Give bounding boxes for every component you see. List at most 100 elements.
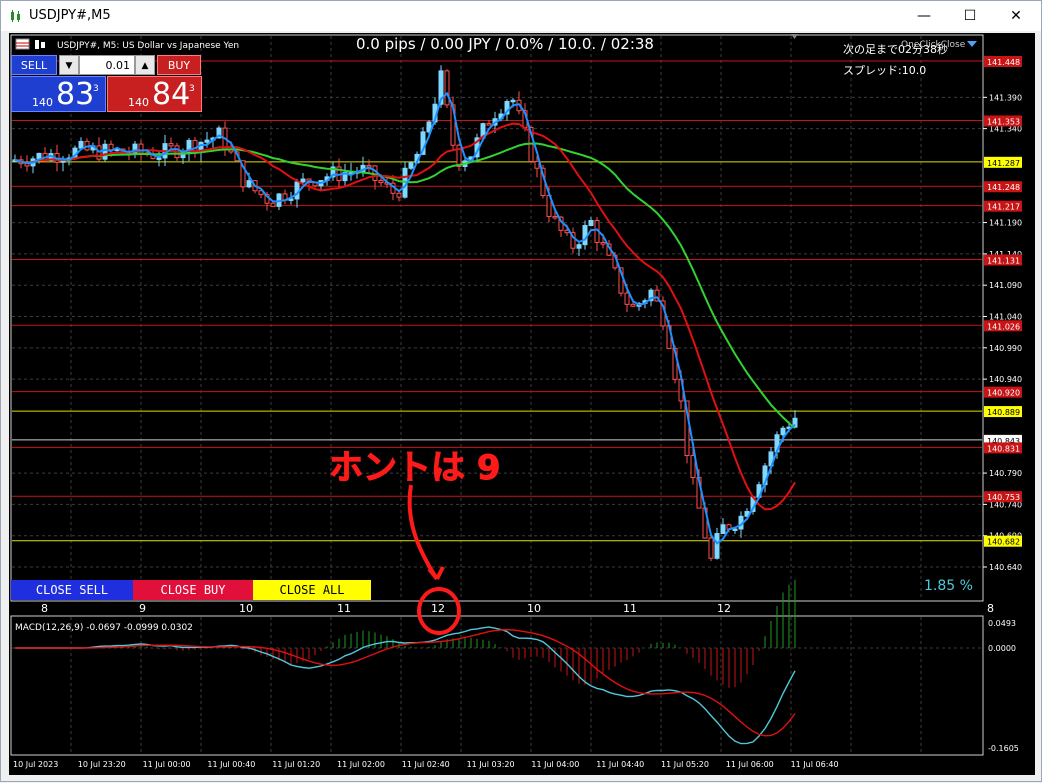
price-tag-label: 140.831: [987, 444, 1020, 453]
price-tag-label: 141.287: [987, 159, 1020, 168]
candle-body: [624, 292, 630, 305]
macd-label: MACD(12,26,9) -0.0697 -0.0999 0.0302: [15, 623, 193, 633]
time-axis-label: 11 Jul 00:40: [207, 760, 255, 769]
day-scale-label: 12: [431, 602, 445, 615]
price-axis-label: 140.990: [989, 344, 1022, 353]
candle-body: [708, 537, 714, 559]
day-scale-label: 11: [337, 602, 351, 615]
lot-size-input[interactable]: 0.01: [79, 55, 135, 75]
day-scale-label: 12: [717, 602, 731, 615]
price-tag-label: 141.217: [987, 203, 1020, 212]
price-tag-label: 140.920: [987, 389, 1020, 398]
symbol-label: USDJPY#, M5: US Dollar vs Japanese Yen: [57, 41, 239, 51]
candle-body: [156, 157, 162, 160]
candle-body: [714, 533, 720, 559]
candle-body: [780, 427, 786, 436]
candle-body: [510, 99, 516, 103]
buy-price-main: 84: [152, 77, 191, 112]
price-tag-label: 141.131: [987, 257, 1020, 266]
time-axis-label: 11 Jul 06:00: [726, 760, 774, 769]
candle-body: [378, 179, 384, 184]
price-tag-label: 141.248: [987, 183, 1020, 192]
price-tag-label: 141.353: [987, 117, 1020, 126]
chart-table-icon[interactable]: [15, 38, 30, 50]
chart-canvas[interactable]: 141.390141.340141.190141.140141.090141.0…: [1, 1, 1042, 783]
time-axis-label: 11 Jul 00:00: [143, 760, 191, 769]
candle-body: [168, 143, 174, 147]
sell-price-main: 83: [56, 77, 95, 112]
day-scale: 8 9 10 11 12 10 11 12 8: [41, 602, 994, 615]
one-click-close-label[interactable]: OneClickClose: [901, 40, 966, 50]
buy-price-prefix: 140: [128, 96, 149, 109]
spread-label: スプレッド:10.0: [843, 64, 926, 77]
candle-body: [102, 143, 108, 160]
price-axis-label: 140.940: [989, 375, 1022, 384]
day-scale-label: 10: [239, 602, 253, 615]
candle-body: [600, 241, 606, 245]
time-axis-label: 10 Jul 23:20: [78, 760, 126, 769]
candle-body: [108, 143, 114, 151]
buy-button[interactable]: BUY: [157, 55, 201, 75]
candle-body: [720, 524, 726, 535]
time-axis-label: 11 Jul 04:40: [596, 760, 644, 769]
day-scale-label: 8: [987, 602, 994, 615]
price-tag-label: 141.448: [987, 58, 1020, 67]
day-scale-label: 10: [527, 602, 541, 615]
time-axis-label: 11 Jul 05:20: [661, 760, 709, 769]
time-axis-label: 11 Jul 02:40: [402, 760, 450, 769]
price-axis-label: 141.190: [989, 219, 1022, 228]
lot-decrease-button[interactable]: ▼: [59, 55, 79, 75]
close-buy-button[interactable]: CLOSE BUY: [133, 580, 253, 600]
candle-body: [630, 303, 636, 307]
candle-body: [408, 162, 414, 169]
profit-percent: 1.85 %: [924, 578, 973, 594]
candle-body: [534, 160, 540, 169]
candle-body: [444, 70, 450, 106]
candle-body: [294, 181, 300, 200]
close-sell-button[interactable]: CLOSE SELL: [11, 580, 133, 600]
price-tag-label: 140.753: [987, 493, 1020, 502]
sell-button[interactable]: SELL: [11, 55, 57, 75]
macd-axis-top: 0.0493: [988, 619, 1016, 628]
sell-price-fraction: 3: [93, 84, 99, 94]
day-scale-label: 9: [139, 602, 146, 615]
price-axis-label: 140.790: [989, 469, 1022, 478]
time-axis: 10 Jul 2023 10 Jul 23:20 11 Jul 00:00 11 Ju…: [13, 760, 839, 769]
candle-body: [132, 143, 138, 155]
macd-axis-bottom: -0.1605: [988, 744, 1019, 753]
candle-body: [246, 180, 252, 188]
sell-price-prefix: 140: [32, 96, 53, 109]
price-axis-label: 141.090: [989, 281, 1022, 290]
candle-body: [204, 139, 210, 143]
day-scale-label: 8: [41, 602, 48, 615]
time-axis-label: 11 Jul 02:00: [337, 760, 385, 769]
annotation-text: ホントは 9: [329, 448, 501, 488]
price-axis-label: 141.040: [989, 313, 1022, 322]
macd-frame: [10, 615, 984, 756]
price-axis-label: 140.640: [989, 563, 1022, 572]
terminal-window: USDJPY#,M5 — ☐ ✕ 141.390 141.340 141.190 14…: [0, 0, 1042, 782]
close-all-button[interactable]: CLOSE ALL: [253, 580, 371, 600]
price-tag-label: 141.026: [987, 322, 1020, 331]
time-axis-label: 11 Jul 04:00: [531, 760, 579, 769]
price-tag-label: 140.682: [987, 538, 1020, 547]
price-axis-label: 141.390: [989, 93, 1022, 102]
time-axis-label: 11 Jul 01:20: [272, 760, 320, 769]
buy-price-panel[interactable]: 140 84 3: [107, 76, 202, 112]
candle-body: [588, 219, 594, 227]
buy-price-fraction: 3: [189, 84, 195, 94]
candle-body: [552, 215, 558, 219]
macd-axis-zero: 0.0000: [988, 644, 1016, 653]
candle-body: [486, 123, 492, 126]
candle-body: [576, 244, 582, 249]
lot-increase-button[interactable]: ▲: [135, 55, 155, 75]
sell-price-panel[interactable]: 140 83 3: [11, 76, 106, 112]
time-axis-label: 10 Jul 2023: [13, 760, 58, 769]
candle-body: [396, 192, 402, 198]
price-tag-label: 140.889: [987, 408, 1020, 417]
candle-body: [732, 528, 738, 531]
candle-body: [78, 140, 84, 149]
time-axis-label: 11 Jul 03:20: [467, 760, 515, 769]
candle-body: [270, 202, 276, 207]
header-info: 0.0 pips / 0.00 JPY / 0.0% / 10.0. / 02:…: [356, 35, 654, 53]
